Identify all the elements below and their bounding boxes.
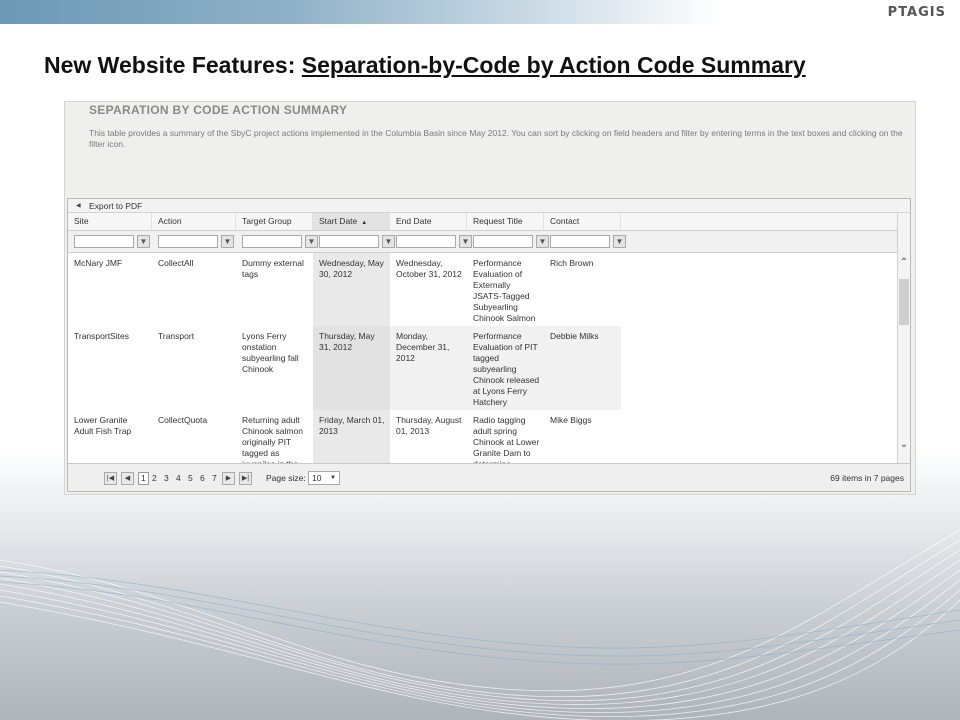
vertical-scrollbar[interactable]: ⌃ ⌄ [897, 213, 910, 463]
filter-input-end-date[interactable] [396, 235, 456, 248]
column-header-action[interactable]: Action [152, 213, 236, 230]
pager-bar: |◀ ◀ 1 2 3 4 5 6 7 ▶ ▶| Page size: 10 ▼ … [68, 463, 910, 491]
sort-ascending-icon: ▲ [361, 220, 368, 226]
cell-target-group: Dummy external tags [242, 258, 304, 279]
grid-body: McNary JMF CollectAll Dummy external tag… [68, 253, 898, 463]
column-header-contact[interactable]: Contact [544, 213, 621, 230]
column-header-start-date[interactable]: Start Date ▲ [313, 213, 390, 230]
export-to-pdf-button[interactable]: Export to PDF [89, 199, 142, 213]
page-link-3[interactable]: 3 [164, 473, 169, 483]
chevron-down-icon: ▼ [330, 475, 336, 481]
panel-description: This table provides a summary of the Sby… [89, 128, 903, 149]
page-link-4[interactable]: 4 [176, 473, 181, 483]
filter-input-request-title[interactable] [473, 235, 533, 248]
filter-icon[interactable]: ▼ [382, 235, 395, 248]
page-link-2[interactable]: 2 [152, 473, 157, 483]
filter-row: ▼ ▼ ▼ ▼ ▼ ▼ ▼ [68, 231, 898, 253]
top-banner [0, 0, 960, 24]
filter-input-action[interactable] [158, 235, 218, 248]
cell-end-date: Thursday, August 01, 2013 [396, 415, 462, 436]
screenshot-panel: SEPARATION BY CODE ACTION SUMMARY This t… [64, 101, 916, 495]
export-toolbar: ◀ Export to PDF [68, 199, 910, 213]
cell-request-title: Performance Evaluation of Externally JSA… [473, 258, 536, 323]
filter-input-site[interactable] [74, 235, 134, 248]
collapse-triangle-icon[interactable]: ◀ [76, 199, 81, 213]
page-size-label: Page size: [266, 473, 306, 483]
ptagis-logo: PTAGIS [887, 5, 946, 20]
cell-site: TransportSites [74, 331, 129, 341]
cell-contact: Rich Brown [550, 258, 594, 268]
page-link-6[interactable]: 6 [200, 473, 205, 483]
cell-contact: Mike Biggs [550, 415, 592, 425]
previous-page-button[interactable]: ◀ [121, 472, 134, 485]
filter-icon[interactable]: ▼ [536, 235, 549, 248]
table-row[interactable]: TransportSites Transport Lyons Ferry ons… [68, 326, 898, 410]
filter-icon[interactable]: ▼ [613, 235, 626, 248]
page-link-7[interactable]: 7 [212, 473, 217, 483]
cell-request-title: Performance Evaluation of PIT tagged sub… [467, 326, 544, 410]
page-size-value: 10 [312, 473, 322, 483]
cell-start-date: Friday, March 01, 2013 [313, 410, 390, 463]
cell-target-group: Returning adult Chinook salmon originall… [242, 415, 303, 463]
cell-start-date: Thursday, May 31, 2012 [313, 326, 390, 410]
cell-action: Transport [158, 331, 195, 341]
page-link-1[interactable]: 1 [138, 472, 149, 485]
filter-icon[interactable]: ▼ [459, 235, 472, 248]
column-header-site[interactable]: Site [68, 213, 152, 230]
next-page-button[interactable]: ▶ [222, 472, 235, 485]
column-header-row: Site Action Target Group Start Date ▲ End… [68, 213, 898, 231]
pager-info: 69 items in 7 pages [830, 473, 904, 483]
cell-end-date: Monday, December 31, 2012 [390, 326, 467, 410]
cell-action: CollectAll [158, 258, 194, 268]
cell-site: Lower Granite Adult Fish Trap [74, 415, 132, 436]
slide-title: New Website Features: Separation-by-Code… [44, 52, 806, 79]
scroll-down-icon[interactable]: ⌄ [898, 439, 910, 450]
scroll-up-icon[interactable]: ⌃ [898, 257, 910, 268]
slide-title-link: Separation-by-Code by Action Code Summar… [301, 52, 806, 78]
cell-contact: Debbie Milks [544, 326, 621, 410]
last-page-button[interactable]: ▶| [239, 472, 252, 485]
cell-action: CollectQuota [158, 415, 208, 425]
scroll-thumb[interactable] [899, 279, 909, 325]
filter-icon[interactable]: ▼ [305, 235, 318, 248]
column-header-target-group[interactable]: Target Group [236, 213, 313, 230]
data-grid: ◀ Export to PDF Site Action Target Group… [67, 198, 911, 492]
filter-icon[interactable]: ▼ [137, 235, 150, 248]
panel-title: SEPARATION BY CODE ACTION SUMMARY [89, 103, 348, 117]
filter-input-target-group[interactable] [242, 235, 302, 248]
page-link-5[interactable]: 5 [188, 473, 193, 483]
cell-end-date: Wednesday, October 31, 2012 [396, 258, 462, 279]
slide-title-prefix: New Website Features: [44, 52, 302, 78]
cell-target-group: Lyons Ferry onstation subyearling fall C… [242, 331, 299, 374]
cell-site: McNary JMF [74, 258, 123, 268]
filter-icon[interactable]: ▼ [221, 235, 234, 248]
decorative-waves [0, 529, 960, 720]
cell-start-date: Wednesday, May 30, 2012 [313, 253, 390, 326]
column-header-end-date[interactable]: End Date [390, 213, 467, 230]
cell-request-title: Radio tagging adult spring Chinook at Lo… [473, 415, 540, 463]
table-row[interactable]: McNary JMF CollectAll Dummy external tag… [68, 253, 898, 326]
filter-input-contact[interactable] [550, 235, 610, 248]
page-size-select[interactable]: 10 ▼ [308, 471, 340, 485]
first-page-button[interactable]: |◀ [104, 472, 117, 485]
column-header-request-title[interactable]: Request Title [467, 213, 544, 230]
filter-input-start-date[interactable] [319, 235, 379, 248]
table-row[interactable]: Lower Granite Adult Fish Trap CollectQuo… [68, 410, 898, 463]
